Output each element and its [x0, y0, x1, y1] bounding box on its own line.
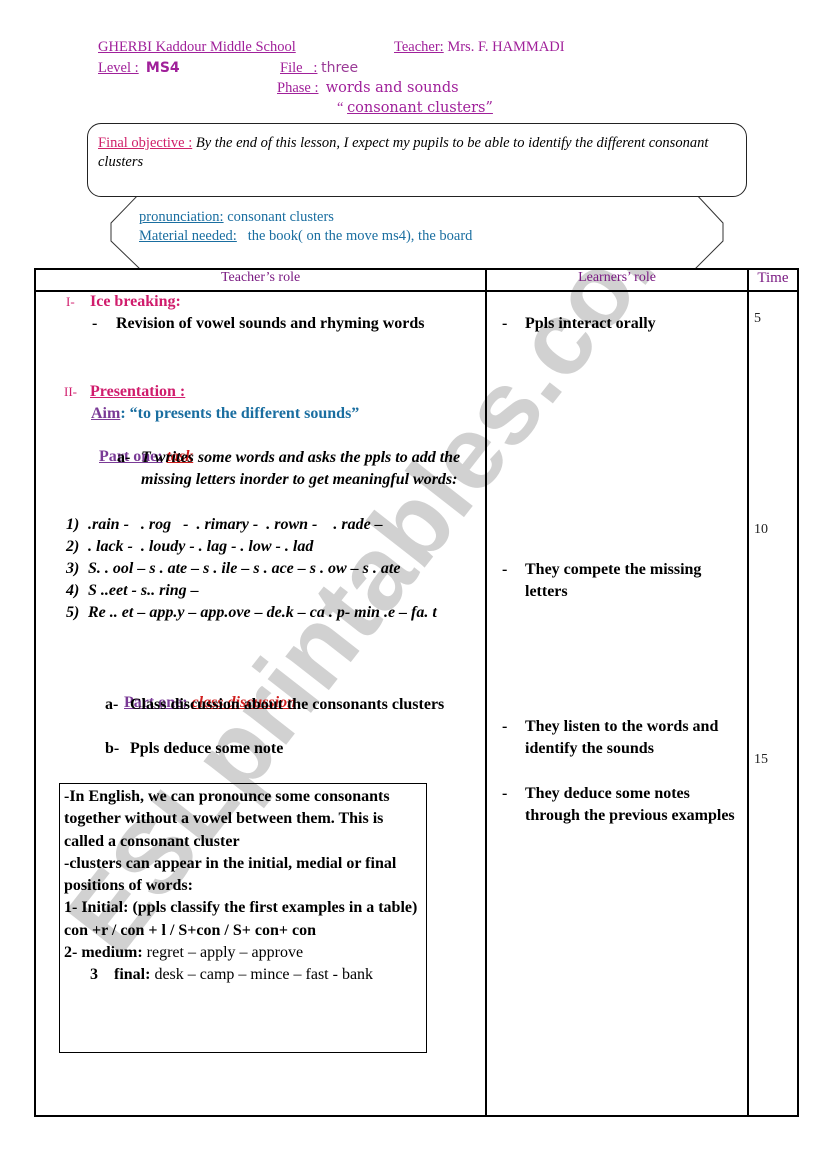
section-1-number: I-	[66, 294, 75, 309]
level-label: Level :	[98, 60, 139, 76]
learner-bullet: -	[502, 785, 508, 802]
pronunciation-row: pronunciation: consonant clusters	[139, 208, 472, 227]
task-instructions: T writes some words and asks the ppls to…	[141, 449, 461, 488]
time-value: 5	[754, 311, 761, 326]
learner-item: Ppls interact orally	[525, 315, 656, 332]
header-learners-role: Learners’ role	[485, 268, 749, 292]
lesson-header: GHERBI Kaddour Middle School Teacher: Mr…	[98, 37, 658, 119]
learner-bullet: -	[502, 561, 508, 578]
material-label: Material needed:	[139, 228, 237, 244]
lesson-info: pronunciation: consonant clusters Materi…	[139, 208, 472, 246]
discussion-marker-a: a-	[105, 696, 119, 713]
note-positions: -clusters can appear in the initial, med…	[64, 854, 397, 895]
level-value: MS4	[145, 60, 180, 76]
exercise-text: Re .. et – app.y – app.ove – de.k – ca .…	[88, 604, 437, 621]
learner-item: They listen to the words and identify th…	[525, 718, 719, 757]
material-value: the book( on the move ms4), the board	[236, 228, 473, 244]
file-label: File :	[280, 60, 318, 76]
exercise-text: . lack - . loudy - . lag - . low - . lad	[88, 538, 314, 555]
discussion-item: Class discussion about the consonants cl…	[130, 696, 445, 713]
material-row: Material needed: the book( on the move m…	[139, 227, 472, 246]
note-medium: 2- medium: regret – apply – approve	[64, 944, 304, 962]
phase-label: Phase :	[277, 80, 319, 96]
phase-subtitle-text: consonant clusters”	[347, 100, 493, 116]
exercise-item: 2). lack - . loudy - . lag - . low - . l…	[66, 536, 486, 558]
discussion-item: Ppls deduce some note	[130, 740, 284, 757]
note-final: 3 final: desk – camp – mince – fast - ban…	[90, 966, 374, 984]
pronunciation-value: consonant clusters	[223, 209, 334, 225]
objective-label: Final objective :	[98, 135, 193, 151]
section-1-item: Revision of vowel sounds and rhyming wor…	[116, 315, 425, 332]
exercise-item: 1) .rain - . rog - . rimary - . rown - . …	[66, 514, 486, 536]
time-value: 15	[754, 752, 768, 767]
learner-item: They deduce some notes through the previ…	[525, 785, 735, 824]
time-cell	[746, 290, 800, 1117]
note-definition: -In English, we can pronounce some conso…	[64, 788, 390, 850]
level-field: Level : MS4	[98, 58, 180, 78]
learner-bullet: -	[502, 315, 508, 332]
phase-value: words and sounds	[325, 80, 459, 96]
learner-item: They compete the missing letters	[525, 561, 702, 600]
section-1-title: Ice breaking:	[90, 293, 181, 310]
exercise-item: 4) S ..eet - s.. ring –	[66, 580, 486, 602]
learners-role-cell	[485, 290, 749, 1117]
header-time: Time	[746, 268, 800, 292]
section-2-number: II-	[64, 384, 77, 399]
teacher-field: Teacher: Mrs. F. HAMMADI	[394, 37, 565, 57]
exercise-list: 1) .rain - . rog - . rimary - . rown - . …	[66, 514, 486, 646]
objective-box: Final objective : By the end of this les…	[87, 123, 747, 197]
section-1-bullet: -	[92, 315, 98, 332]
exercise-text: S ..eet - s.. ring –	[88, 582, 199, 599]
header-teachers-role: Teacher’s role	[33, 268, 488, 292]
discussion-marker-b: b-	[105, 740, 120, 757]
phase-field: Phase : words and sounds	[277, 78, 459, 98]
aim-label: Aim	[91, 405, 121, 422]
phase-subtitle: “ consonant clusters”	[337, 100, 493, 116]
exercise-item: 3) S. . ool – s . ate – s . ile – s . ace…	[66, 558, 486, 580]
exercise-text: .rain - . rog - . rimary - . rown - . ra…	[88, 516, 383, 533]
school-name: GHERBI Kaddour Middle School	[98, 39, 296, 55]
aim-row: Aim: “to presents the different sounds”	[91, 403, 359, 425]
aim-text: : “to presents the different sounds”	[120, 405, 360, 422]
section-2-title: Presentation :	[90, 383, 186, 400]
time-value: 10	[754, 522, 768, 537]
exercise-item: 5) Re .. et – app.y – app.ove – de.k – ca…	[66, 602, 486, 646]
pronunciation-label: pronunciation:	[139, 209, 224, 225]
table-header-row: Teacher’s role Learners’ role Time	[33, 268, 800, 292]
teacher-label: Teacher:	[394, 39, 444, 55]
task-marker: a-	[117, 449, 131, 466]
notes-box: -In English, we can pronounce some conso…	[59, 783, 427, 1053]
exercise-text: S. . ool – s . ate – s . ile – s . ace –…	[88, 560, 401, 577]
note-initial: 1- Initial: (ppls classify the first exa…	[64, 899, 418, 939]
teacher-name: Mrs. F. HAMMADI	[443, 39, 565, 55]
file-value: three	[321, 60, 359, 76]
file-field: File : three	[280, 58, 358, 78]
learner-bullet: -	[502, 718, 508, 735]
